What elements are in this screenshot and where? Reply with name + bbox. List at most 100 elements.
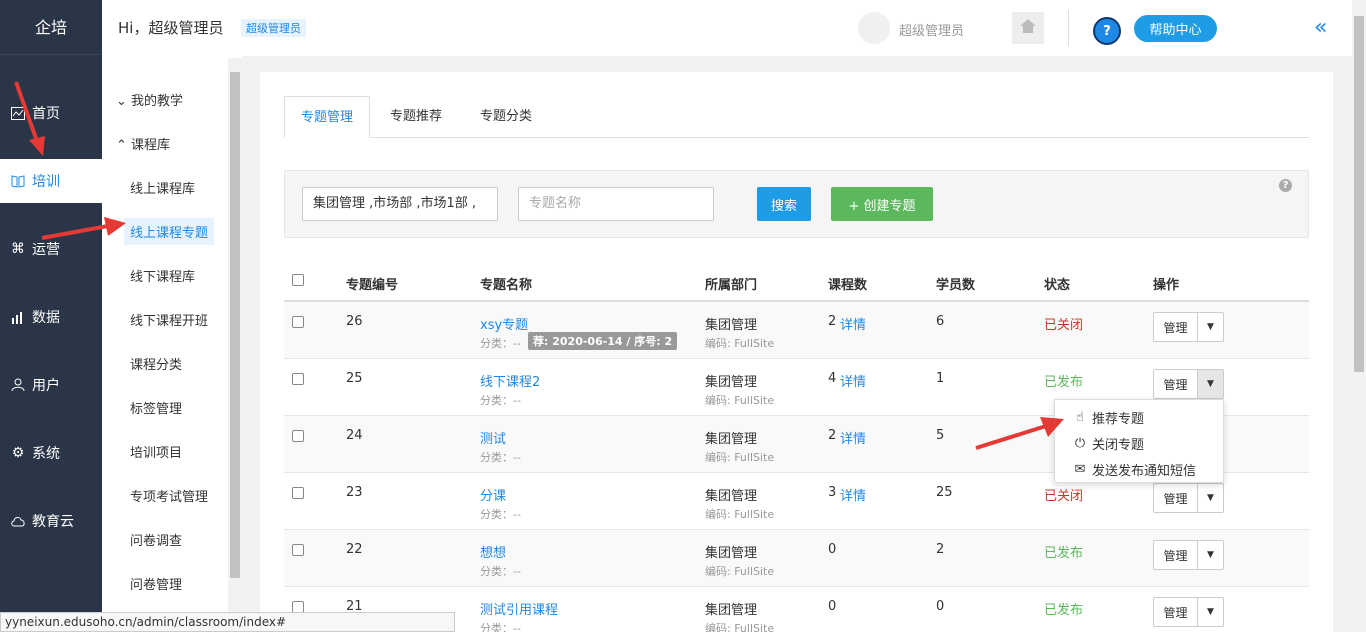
student-count: 5 bbox=[936, 428, 945, 443]
topic-category: 分类：-- bbox=[480, 451, 521, 464]
table-row: 26 xsy专题 分类：-- 荐: 2020-06-14 / 序号: 2 集团管… bbox=[284, 302, 1309, 359]
subnav-group-my-teaching[interactable]: ⌄ 我的教学 bbox=[116, 90, 183, 109]
row-checkbox[interactable] bbox=[292, 544, 304, 556]
status-badge: 已发布 bbox=[1044, 546, 1084, 561]
help-center-button[interactable]: 帮助中心 bbox=[1134, 15, 1217, 42]
course-count: 0 bbox=[828, 599, 837, 614]
department: 集团管理 bbox=[705, 489, 758, 504]
topic-name-link[interactable]: xsy专题 bbox=[480, 314, 528, 333]
subnav-item-survey[interactable]: 问卷调查 bbox=[130, 530, 182, 549]
nav-item-system[interactable]: ⚙ 系统 bbox=[0, 431, 102, 475]
department-code: 编码: FullSite bbox=[705, 622, 775, 632]
subnav-scrollbar-thumb[interactable] bbox=[230, 72, 240, 578]
table-header: 专题编号 专题名称 所属部门 课程数 学员数 状态 操作 bbox=[284, 262, 1309, 302]
help-circle-icon[interactable]: ? bbox=[1279, 179, 1292, 192]
subnav-item-course-categories[interactable]: 课程分类 bbox=[130, 354, 182, 373]
topic-category: 分类：-- bbox=[480, 394, 521, 407]
nav-item-edu-cloud[interactable]: 教育云 bbox=[0, 499, 102, 543]
create-topic-button[interactable]: + 创建专题 bbox=[831, 187, 933, 221]
gear-icon: ⚙ bbox=[11, 445, 25, 461]
course-details-link[interactable]: 详情 bbox=[840, 428, 866, 447]
home-icon bbox=[1020, 19, 1036, 37]
chart-icon bbox=[10, 105, 26, 121]
nav-item-label: 培训 bbox=[32, 174, 60, 190]
subnav-item-online-courses[interactable]: 线上课程库 bbox=[130, 178, 195, 197]
col-header-status: 状态 bbox=[1044, 278, 1071, 293]
topic-category: 分类：-- bbox=[480, 622, 521, 632]
course-count: 4 bbox=[828, 371, 837, 386]
nav-item-home[interactable]: 首页 bbox=[0, 91, 102, 135]
subnav-item-training-projects[interactable]: 培训项目 bbox=[130, 442, 182, 461]
student-count: 6 bbox=[936, 314, 945, 329]
topic-name-link[interactable]: 线下课程2 bbox=[480, 371, 540, 390]
col-header-student-count: 学员数 bbox=[936, 278, 976, 293]
course-details-link[interactable]: 详情 bbox=[840, 371, 866, 390]
manage-button[interactable]: 管理 bbox=[1154, 484, 1198, 512]
tab-topic-recommend[interactable]: 专题推荐 bbox=[374, 96, 458, 138]
avatar[interactable] bbox=[858, 12, 890, 44]
status-badge: 已发布 bbox=[1044, 603, 1084, 618]
topic-name-link[interactable]: 分课 bbox=[480, 485, 506, 504]
manage-button[interactable]: 管理 bbox=[1154, 313, 1198, 341]
topic-name-link[interactable]: 想想 bbox=[480, 542, 506, 561]
help-question-icon[interactable]: ? bbox=[1093, 17, 1121, 45]
course-details-link[interactable]: 详情 bbox=[840, 485, 866, 504]
nav-item-users[interactable]: 用户 bbox=[0, 363, 102, 407]
status-badge: 已关闭 bbox=[1044, 489, 1084, 504]
topic-name-link[interactable]: 测试 bbox=[480, 428, 506, 447]
student-count: 0 bbox=[936, 599, 945, 614]
subnav-item-questionnaire[interactable]: 问卷管理 bbox=[130, 574, 182, 593]
collapse-chevrons-icon[interactable]: « bbox=[1314, 15, 1327, 40]
row-checkbox[interactable] bbox=[292, 430, 304, 442]
topic-id: 22 bbox=[346, 542, 363, 557]
row-checkbox[interactable] bbox=[292, 373, 304, 385]
nav-item-operations[interactable]: ⌘ 运营 bbox=[0, 227, 102, 271]
status-badge: 已发布 bbox=[1044, 375, 1084, 390]
manage-button[interactable]: 管理 bbox=[1154, 598, 1198, 626]
select-all-checkbox[interactable] bbox=[292, 274, 304, 286]
page-scrollbar-thumb[interactable] bbox=[1354, 16, 1364, 372]
browser-status-url: yyneixun.edusoho.cn/admin/classroom/inde… bbox=[0, 612, 455, 632]
subnav-item-online-topics[interactable]: 线上课程专题 bbox=[124, 218, 215, 245]
course-count: 3 bbox=[828, 485, 837, 500]
subnav-item-exam-management[interactable]: 专项考试管理 bbox=[130, 486, 208, 505]
subnav-item-offline-classes[interactable]: 线下课程开班 bbox=[130, 310, 208, 329]
menu-item-send-sms[interactable]: ✉ 发送发布通知短信 bbox=[1073, 460, 1196, 479]
app-logo[interactable]: 企培 bbox=[0, 0, 102, 55]
dropdown-toggle-caret-icon[interactable]: ▼ bbox=[1198, 484, 1223, 512]
subnav-group-course-library[interactable]: ⌃ 课程库 bbox=[116, 134, 170, 153]
dropdown-toggle-caret-icon[interactable]: ▼ bbox=[1198, 598, 1223, 626]
manage-button[interactable]: 管理 bbox=[1154, 541, 1198, 569]
nav-item-data[interactable]: 数据 bbox=[0, 295, 102, 339]
nav-item-training[interactable]: 培训 bbox=[0, 159, 102, 203]
pointer-hand-icon: ☝ bbox=[1076, 410, 1084, 425]
course-count: 2 bbox=[828, 428, 837, 443]
department: 集团管理 bbox=[705, 318, 758, 333]
topic-id: 24 bbox=[346, 428, 363, 443]
nav-item-label: 教育云 bbox=[32, 514, 74, 530]
menu-item-close-topic[interactable]: ⏻ 关闭专题 bbox=[1073, 434, 1144, 453]
row-checkbox[interactable] bbox=[292, 487, 304, 499]
subnav-item-tag-management[interactable]: 标签管理 bbox=[130, 398, 182, 417]
topic-name-input[interactable]: 专题名称 bbox=[518, 187, 714, 221]
menu-item-recommend-topic[interactable]: ☝ 推荐专题 bbox=[1073, 408, 1144, 427]
department-code: 编码: FullSite bbox=[705, 508, 775, 521]
tab-topic-management[interactable]: 专题管理 bbox=[284, 96, 371, 138]
dropdown-toggle-caret-icon[interactable]: ▼ bbox=[1198, 541, 1223, 569]
tab-topic-category[interactable]: 专题分类 bbox=[464, 96, 548, 138]
topic-name-link[interactable]: 测试引用课程 bbox=[480, 599, 558, 618]
book-icon bbox=[10, 173, 26, 189]
dropdown-toggle-caret-icon[interactable]: ▼ bbox=[1198, 370, 1223, 398]
department-select[interactable]: 集团管理 ,市场部 ,市场1部 , bbox=[302, 187, 498, 221]
manage-button[interactable]: 管理 bbox=[1154, 370, 1198, 398]
dropdown-toggle-caret-icon[interactable]: ▼ bbox=[1198, 313, 1223, 341]
row-checkbox[interactable] bbox=[292, 316, 304, 328]
header-user-name[interactable]: 超级管理员 bbox=[899, 20, 964, 39]
course-details-link[interactable]: 详情 bbox=[840, 314, 866, 333]
search-button[interactable]: 搜索 bbox=[757, 187, 811, 221]
topic-category: 分类：-- bbox=[480, 508, 521, 521]
nav-item-label: 运营 bbox=[32, 242, 60, 258]
home-button[interactable] bbox=[1012, 12, 1044, 44]
subnav-item-offline-courses[interactable]: 线下课程库 bbox=[130, 266, 195, 285]
recommend-tag: 荐: 2020-06-14 / 序号: 2 bbox=[528, 332, 678, 350]
